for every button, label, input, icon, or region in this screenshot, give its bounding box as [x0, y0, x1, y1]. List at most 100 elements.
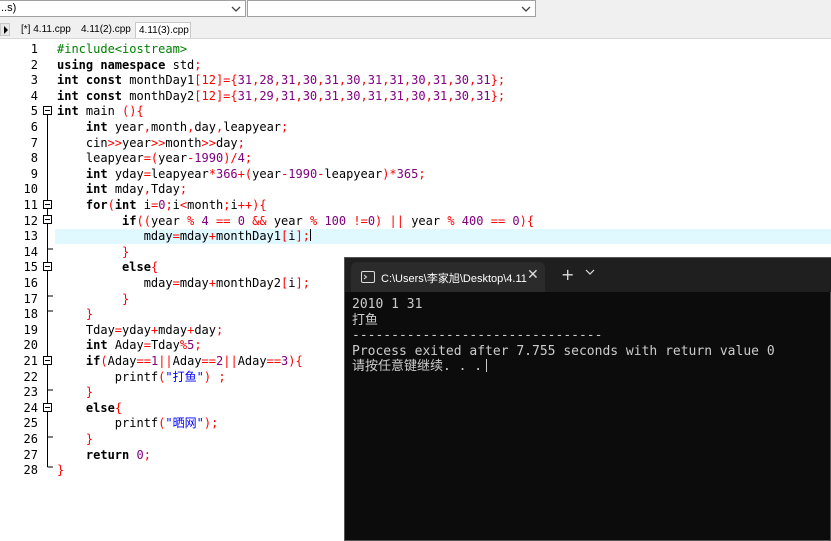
- code-token: yday: [122, 322, 151, 337]
- code-token: };: [490, 88, 506, 103]
- code-token: Tday: [150, 338, 180, 353]
- code-token: ;: [216, 322, 224, 337]
- code-line: }: [57, 432, 93, 447]
- console-tab-title: C:\Users\李家旭\Desktop\4.11: [381, 273, 527, 285]
- code-token: else: [122, 260, 151, 275]
- tab-4-11-2-cpp[interactable]: 4.11(2).cpp: [78, 22, 134, 38]
- code-token: =: [172, 276, 180, 290]
- code-token: month: [150, 120, 188, 134]
- function-combo[interactable]: [247, 0, 536, 17]
- code-token: %: [179, 338, 188, 353]
- code-token: int: [114, 198, 137, 212]
- line-number: 26: [23, 432, 38, 446]
- code-token: i: [172, 198, 180, 212]
- tab-scroll-button[interactable]: [0, 23, 10, 36]
- chevron-down-icon[interactable]: [585, 268, 595, 276]
- code-token: ): [203, 369, 212, 384]
- code-token: monthDay1: [122, 73, 195, 88]
- code-token: mday: [179, 276, 209, 290]
- fold-box-icon[interactable]: [43, 215, 52, 224]
- code-token: ,: [338, 73, 347, 88]
- code-token: monthDay2: [215, 276, 281, 290]
- text-cursor: [309, 229, 311, 242]
- code-token: int const: [57, 73, 123, 88]
- code-token: ;: [281, 120, 289, 134]
- code-token: 31: [237, 88, 253, 103]
- code-token: (){: [122, 104, 144, 119]
- fold-box-icon[interactable]: [43, 262, 52, 271]
- tab-4-11-3-cpp[interactable]: 4.11(3).cpp: [135, 22, 191, 38]
- code-token: for: [85, 198, 108, 212]
- close-icon[interactable]: ✕: [527, 267, 541, 285]
- code-token: monthDay1: [215, 229, 281, 244]
- line-number: 24: [23, 400, 38, 415]
- code-token: else: [85, 400, 115, 415]
- code-token: if: [85, 354, 101, 368]
- code-token: std: [165, 57, 195, 72]
- console-line: 打鱼: [352, 312, 379, 328]
- code-token: ;: [143, 447, 151, 462]
- code-token: ];: [295, 276, 310, 290]
- plus-icon[interactable]: +: [561, 265, 574, 284]
- code-token: day: [194, 120, 216, 134]
- code-token: printf: [57, 416, 159, 431]
- console-line: --------------------------------: [352, 328, 603, 343]
- code-token: }: [122, 291, 130, 306]
- code-token: 4: [237, 151, 245, 166]
- code-token: leapyear: [150, 166, 209, 181]
- code-token: leapyear: [57, 151, 144, 166]
- code-token: ,: [425, 88, 433, 103]
- code-token: ,: [143, 182, 151, 197]
- code-token: 31: [432, 88, 448, 103]
- code-token: !=: [353, 213, 368, 228]
- console-cursor: [486, 359, 488, 372]
- chevron-down-icon[interactable]: [230, 3, 242, 15]
- tab-4-11-cpp[interactable]: [*] 4.11.cpp: [18, 22, 76, 38]
- toolbar-empty-area: [536, 0, 831, 20]
- chevron-down-icon[interactable]: [520, 3, 532, 15]
- code-line: int mday,Tday;: [57, 182, 187, 197]
- fold-box-icon[interactable]: [43, 106, 52, 115]
- compiler-combo[interactable]: ..s): [0, 0, 246, 17]
- line-number: 19: [23, 322, 38, 337]
- code-line: for(int i=0;i<month;i++){: [57, 198, 267, 213]
- code-line: if(Aday==1||Aday==2||Aday==3){: [57, 354, 303, 369]
- fold-box-icon[interactable]: [43, 403, 52, 412]
- code-token: Tday: [57, 322, 115, 337]
- code-token: ;: [194, 338, 202, 353]
- code-token: *: [208, 166, 216, 181]
- code-token: mday: [107, 182, 144, 197]
- fold-box-icon[interactable]: [43, 200, 52, 209]
- code-token: [12]={: [194, 73, 238, 88]
- code-token: "打鱼": [165, 369, 204, 384]
- code-token: >>: [107, 135, 123, 150]
- line-number: 2: [30, 57, 38, 72]
- code-token: ==: [490, 213, 506, 228]
- code-token: ,: [273, 88, 282, 103]
- code-token: int: [85, 182, 108, 197]
- console-tab[interactable]: C:\Users\李家旭\Desktop\4.11 ✕: [351, 262, 545, 292]
- console-window[interactable]: C:\Users\李家旭\Desktop\4.11 ✕ + 2010 1 31 打…: [344, 257, 831, 541]
- line-number: 17: [23, 291, 38, 306]
- line-number: 28: [23, 463, 38, 478]
- fold-box-icon[interactable]: [43, 356, 52, 365]
- code-token: 31: [389, 88, 404, 103]
- line-number: 23: [23, 385, 38, 400]
- code-token: int: [85, 338, 108, 353]
- code-token: 365: [396, 166, 419, 181]
- code-token: =: [172, 229, 180, 244]
- line-number-gutter: 1 2 3 4 5 6 7 8 9 10 11 12 13 14 15 16 17 18 19 20 21 22 23 24 2…: [0, 39, 41, 541]
- code-token: 30: [411, 73, 426, 88]
- code-token: >>: [201, 135, 216, 150]
- code-token: 31: [432, 73, 448, 88]
- code-line: using namespace std;: [57, 58, 202, 73]
- code-token: >>: [150, 135, 166, 150]
- line-number: 18: [23, 307, 38, 322]
- code-token: 366: [215, 166, 238, 181]
